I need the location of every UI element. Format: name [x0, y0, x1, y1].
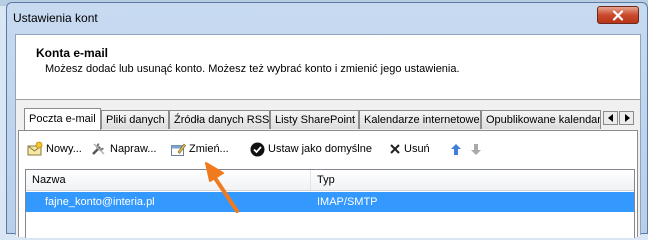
dialog-body: Poczta e-mail Pliki danych Źródła danych…: [16, 99, 640, 238]
accounts-list: Nazwa Typ fajne_konto@interia.pl IMAP/SM…: [25, 169, 635, 238]
tab-internet-calendars[interactable]: Kalendarze internetowe: [359, 110, 481, 129]
tab-data-files[interactable]: Pliki danych: [101, 110, 169, 129]
tab-rss-feeds[interactable]: Źródła danych RSS: [169, 110, 270, 129]
repair-account-label: Napraw...: [110, 143, 157, 155]
remove-x-icon: [390, 144, 400, 154]
chevron-right-icon: [624, 114, 630, 122]
window-title: Ustawienia kont: [13, 11, 98, 25]
close-button[interactable]: [597, 6, 639, 24]
checkmark-icon: [250, 142, 265, 156]
chevron-left-icon: [607, 114, 613, 122]
move-up-button[interactable]: [451, 139, 461, 159]
title-bar[interactable]: Ustawienia kont: [7, 3, 647, 29]
page-title: Konta e-mail: [36, 46, 109, 60]
dialog-header: Konta e-mail Możesz dodać lub usunąć kon…: [16, 35, 640, 99]
tab-scroll-right-button[interactable]: [619, 111, 634, 125]
close-icon: [612, 9, 624, 21]
tab-sharepoint-lists[interactable]: Listy SharePoint: [270, 110, 359, 129]
set-default-label: Ustaw jako domyślne: [268, 143, 372, 155]
new-account-label: Nowy...: [46, 143, 82, 155]
tab-strip: Poczta e-mail Pliki danych Źródła danych…: [18, 108, 638, 130]
column-header-type[interactable]: Typ: [311, 170, 634, 190]
table-row[interactable]: fajne_konto@interia.pl IMAP/SMTP: [26, 192, 634, 212]
arrow-down-icon: [471, 143, 481, 155]
move-down-button[interactable]: [471, 139, 481, 159]
change-account-label: Zmień...: [189, 143, 229, 155]
repair-account-button[interactable]: Napraw...: [91, 139, 156, 159]
change-account-button[interactable]: Zmień...: [170, 139, 229, 159]
tab-scroll-buttons: [603, 111, 634, 125]
tab-published-calendars[interactable]: Opublikowane kalendarze: [481, 110, 601, 129]
repair-tools-icon: [92, 143, 105, 155]
tab-email[interactable]: Poczta e-mail: [24, 108, 101, 130]
account-name-cell: fajne_konto@interia.pl: [45, 196, 155, 208]
arrow-up-icon: [451, 143, 461, 155]
new-account-button[interactable]: Nowy...: [27, 139, 82, 159]
remove-account-label: Usuń: [404, 143, 430, 155]
set-default-button[interactable]: Ustaw jako domyślne: [250, 139, 372, 159]
change-settings-icon: [171, 143, 186, 156]
email-tab-panel: Nowy... Napraw... Zmień... Ustaw jako do…: [18, 130, 638, 238]
dialog-client-area: Konta e-mail Możesz dodać lub usunąć kon…: [15, 34, 641, 238]
new-mail-icon: [27, 141, 43, 156]
tab-scroll-left-button[interactable]: [603, 111, 618, 125]
account-settings-dialog: Ustawienia kont Konta e-mail Możesz doda…: [6, 2, 648, 238]
list-header: Nazwa Typ: [26, 170, 634, 191]
account-type-cell: IMAP/SMTP: [317, 196, 378, 208]
page-description: Możesz dodać lub usunąć konto. Możesz te…: [45, 63, 460, 75]
column-header-name[interactable]: Nazwa: [26, 170, 311, 190]
remove-account-button[interactable]: Usuń: [389, 139, 430, 159]
